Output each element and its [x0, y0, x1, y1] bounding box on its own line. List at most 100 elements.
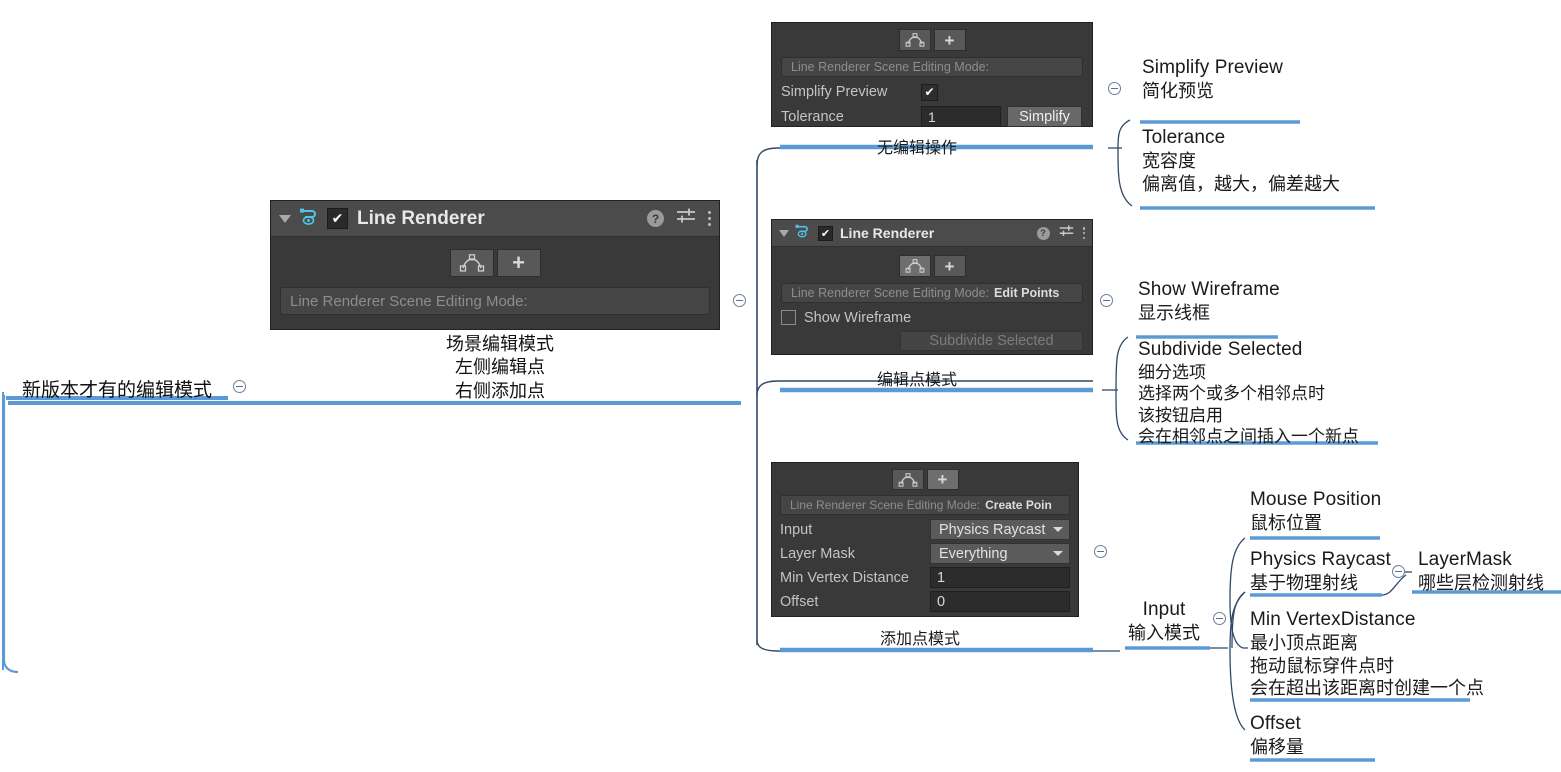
- collapse-create-points[interactable]: [1094, 545, 1107, 558]
- tolerance-input[interactable]: 1: [921, 106, 1001, 127]
- settings-sliders-icon[interactable]: [1059, 224, 1074, 242]
- component-enabled-checkbox[interactable]: ✔: [818, 225, 833, 241]
- note-line: 该按钮启用: [1138, 405, 1223, 425]
- edit-points-icon-button[interactable]: [898, 255, 931, 277]
- panel-main-mode-bar: Line Renderer Scene Editing Mode:: [280, 287, 710, 315]
- collapse-physics-raycast[interactable]: [1392, 565, 1405, 578]
- create-points-plus-icon-button[interactable]: +: [933, 255, 966, 277]
- edit-points-icon-button[interactable]: [449, 249, 494, 277]
- row-label: Simplify Preview: [781, 84, 888, 100]
- note-line: 拖动鼠标穿件点时: [1250, 655, 1394, 676]
- note-line: 偏离值，越大，偏差越大: [1142, 173, 1340, 194]
- edit-points-icon-button[interactable]: [898, 29, 931, 51]
- mode-bar-value: Edit Points: [994, 286, 1060, 300]
- input-dropdown-value: Physics Raycast: [939, 521, 1046, 538]
- panel-no-edit-body: + Line Renderer Scene Editing Mode: Simp…: [772, 23, 1092, 133]
- panel-edit-points-body: + Line Renderer Scene Editing Mode: Edit…: [772, 247, 1092, 357]
- collapse-edit-points[interactable]: [1100, 294, 1113, 307]
- layer-mask-dropdown[interactable]: Everything: [930, 543, 1070, 564]
- layer-mask-dropdown-value: Everything: [939, 545, 1008, 562]
- panel-no-edit-toolrow: +: [781, 29, 1083, 51]
- note-line: 会在相邻点之间插入一个新点: [1138, 427, 1359, 447]
- note-tolerance: Tolerance 宽容度 偏离值，越大，偏差越大: [1142, 126, 1340, 195]
- row-simplify-preview: Simplify Preview ✔: [781, 82, 1083, 102]
- help-icon[interactable]: ?: [1036, 226, 1050, 240]
- panel-edit-points-header: ✔ Line Renderer ?: [772, 220, 1092, 247]
- help-icon[interactable]: ?: [647, 210, 664, 227]
- panel-main-caption: 场景编辑模式 左侧编辑点 右侧添加点: [380, 333, 620, 403]
- panel-edit-points-caption: 编辑点模式: [877, 372, 958, 389]
- component-enabled-checkbox[interactable]: ✔: [327, 208, 348, 229]
- note-physics-raycast: Physics Raycast 基于物理射线: [1250, 548, 1391, 595]
- note-title: Show Wireframe: [1138, 279, 1280, 300]
- collapse-main-panel[interactable]: [733, 294, 746, 307]
- min-vertex-distance-input[interactable]: 1: [930, 567, 1070, 588]
- panel-main-body: + Line Renderer Scene Editing Mode:: [271, 237, 719, 323]
- note-min-vertex-distance: Min VertexDistance 最小顶点距离 拖动鼠标穿件点时 会在超出该…: [1250, 608, 1484, 700]
- create-points-plus-icon-button[interactable]: +: [926, 469, 959, 490]
- note-line: 鼠标位置: [1250, 512, 1322, 533]
- collapse-input[interactable]: [1213, 612, 1226, 625]
- triangle-down-icon[interactable]: [779, 229, 789, 237]
- root-collapse-toggle[interactable]: [233, 380, 246, 393]
- note-line: 显示线框: [1138, 302, 1210, 323]
- panel-edit-points[interactable]: ✔ Line Renderer ? + Line Renderer Scene …: [771, 219, 1093, 355]
- create-points-plus-icon-button[interactable]: +: [933, 29, 966, 51]
- subdivide-selected-button[interactable]: Subdivide Selected: [900, 331, 1083, 351]
- panel-create-points[interactable]: + Line Renderer Scene Editing Mode: Crea…: [771, 462, 1079, 617]
- create-points-plus-icon-button[interactable]: +: [496, 249, 541, 277]
- panel-edit-points-title: Line Renderer: [840, 225, 935, 241]
- show-wireframe-checkbox[interactable]: [781, 310, 796, 325]
- row-layer-mask: Layer Mask Everything: [780, 543, 1070, 564]
- note-offset: Offset 偏移量: [1250, 712, 1304, 759]
- triangle-down-icon[interactable]: [279, 214, 291, 223]
- note-title: Min VertexDistance: [1250, 609, 1416, 630]
- kebab-menu-icon[interactable]: [708, 211, 711, 226]
- mode-bar-label: Line Renderer Scene Editing Mode:: [290, 292, 528, 310]
- note-subdivide-selected: Subdivide Selected 细分选项 选择两个或多个相邻点时 该按钮启…: [1138, 338, 1359, 448]
- simplify-button[interactable]: Simplify: [1007, 106, 1082, 127]
- kebab-menu-icon[interactable]: [1082, 227, 1085, 239]
- panel-edit-points-mode-bar: Line Renderer Scene Editing Mode: Edit P…: [781, 283, 1083, 303]
- simplify-preview-checkbox[interactable]: ✔: [921, 83, 938, 101]
- note-title: Input: [1142, 599, 1186, 620]
- note-line: 选择两个或多个相邻点时: [1138, 384, 1325, 404]
- note-mouse-position: Mouse Position 鼠标位置: [1250, 488, 1381, 535]
- note-input: Input 输入模式: [1128, 598, 1200, 645]
- row-label: Show Wireframe: [804, 309, 912, 326]
- line-renderer-icon: [298, 205, 320, 232]
- panel-create-points-caption: 添加点模式: [880, 631, 961, 648]
- note-title: Subdivide Selected: [1138, 339, 1303, 360]
- mode-bar-label: Line Renderer Scene Editing Mode:: [791, 60, 990, 74]
- row-tolerance: Tolerance 1 Simplify: [781, 106, 1083, 127]
- row-min-vertex-distance: Min Vertex Distance 1: [780, 567, 1070, 588]
- panel-line-renderer-main[interactable]: ✔ Line Renderer ? + Line Renderer Scene …: [270, 200, 720, 330]
- row-offset: Offset 0: [780, 591, 1070, 612]
- note-title: Mouse Position: [1250, 489, 1382, 510]
- panel-no-edit-caption: 无编辑操作: [877, 140, 958, 157]
- row-subdivide: Subdivide Selected: [781, 331, 1083, 351]
- edit-points-icon-button[interactable]: [891, 469, 924, 490]
- note-layer-mask: LayerMask 哪些层检测射线: [1418, 548, 1544, 595]
- chevron-down-icon: [1053, 551, 1063, 556]
- settings-sliders-icon[interactable]: [676, 208, 696, 229]
- input-dropdown[interactable]: Physics Raycast: [930, 519, 1070, 540]
- row-input: Input Physics Raycast: [780, 519, 1070, 540]
- mode-bar-label: Line Renderer Scene Editing Mode:: [791, 286, 990, 300]
- root-node-label: 新版本才有的编辑模式: [22, 380, 213, 401]
- note-line: 会在超出该距离时创建一个点: [1250, 678, 1484, 699]
- panel-create-points-toolrow: +: [780, 469, 1070, 490]
- caption-line: 右侧添加点: [455, 380, 545, 401]
- note-line: 输入模式: [1128, 622, 1200, 643]
- note-title: Physics Raycast: [1250, 549, 1391, 570]
- offset-input[interactable]: 0: [930, 591, 1070, 612]
- collapse-no-edit[interactable]: [1108, 82, 1121, 95]
- note-title: Tolerance: [1142, 127, 1226, 148]
- note-line: 简化预览: [1142, 80, 1214, 101]
- note-title: LayerMask: [1418, 549, 1512, 570]
- row-show-wireframe: Show Wireframe: [781, 308, 1083, 327]
- panel-no-edit[interactable]: + Line Renderer Scene Editing Mode: Simp…: [771, 22, 1093, 127]
- panel-create-points-body: + Line Renderer Scene Editing Mode: Crea…: [772, 463, 1078, 618]
- note-line: 宽容度: [1142, 150, 1196, 171]
- note-title: Simplify Preview: [1142, 57, 1283, 78]
